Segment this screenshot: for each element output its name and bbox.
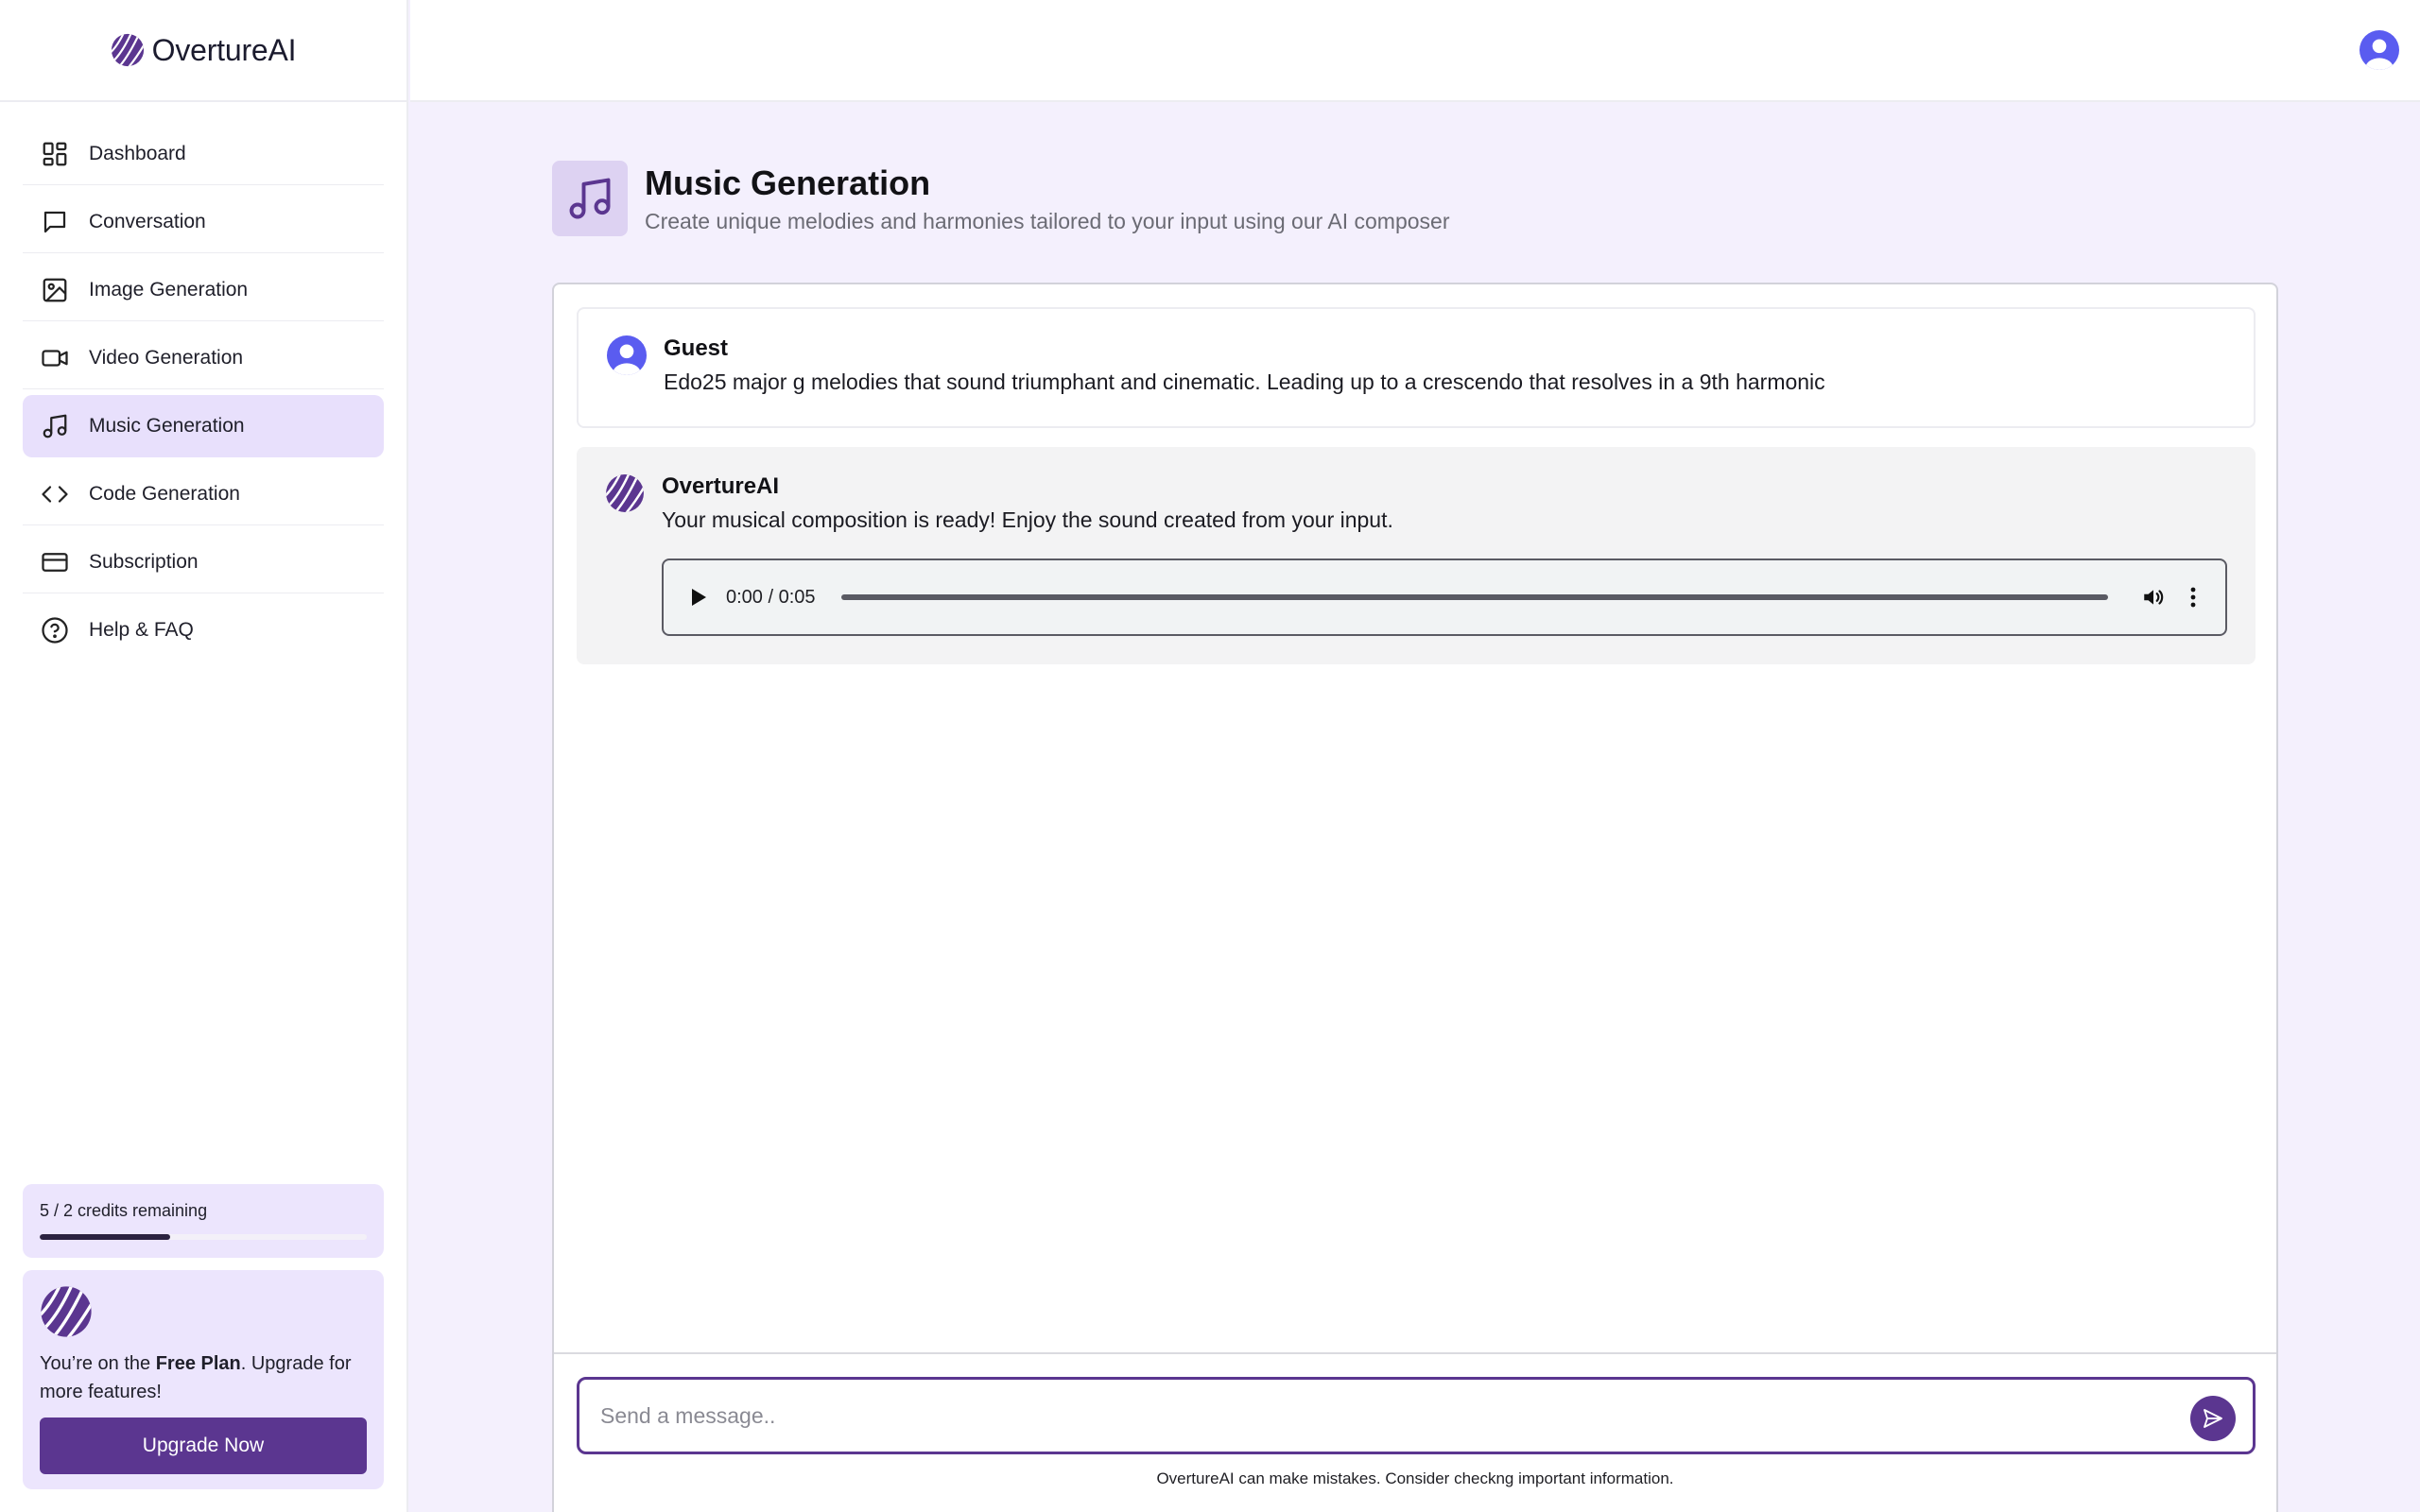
chat-bubble-icon bbox=[40, 207, 70, 237]
page-title: Music Generation bbox=[645, 163, 931, 202]
send-icon bbox=[2204, 1409, 2222, 1428]
sidebar-item-music-generation[interactable]: Music Generation bbox=[23, 395, 384, 457]
message-input[interactable] bbox=[600, 1380, 2151, 1452]
disclaimer-text: OvertureAI can make mistakes. Consider c… bbox=[1156, 1469, 1674, 1487]
page-header: Music Generation Create unique melodies … bbox=[552, 161, 1450, 236]
composer-divider bbox=[554, 1352, 2276, 1354]
sidebar-nav: Dashboard Conversation Image Generation bbox=[0, 102, 406, 662]
sidebar-item-image-generation[interactable]: Image Generation bbox=[23, 259, 384, 321]
credits-card: 5 / 2 credits remaining bbox=[23, 1184, 384, 1258]
image-icon bbox=[40, 275, 70, 305]
send-button[interactable] bbox=[2190, 1396, 2236, 1441]
more-options-icon[interactable] bbox=[2182, 582, 2204, 612]
plan-name: Free Plan bbox=[155, 1353, 241, 1374]
audio-time: 0:00 / 0:05 bbox=[726, 586, 816, 608]
sidebar: OvertureAI Dashboard Conversation Image … bbox=[0, 0, 408, 1512]
message-composer bbox=[577, 1377, 2256, 1454]
plan-description: You’re on the Free Plan. Upgrade for mor… bbox=[40, 1349, 367, 1406]
overture-logo-icon bbox=[111, 33, 144, 67]
page-subtitle: Create unique melodies and harmonies tai… bbox=[645, 208, 1450, 233]
sidebar-item-dashboard[interactable]: Dashboard bbox=[23, 123, 384, 185]
sidebar-item-label: Image Generation bbox=[89, 278, 249, 301]
sidebar-item-label: Subscription bbox=[89, 550, 199, 573]
music-note-icon bbox=[552, 161, 628, 236]
sidebar-item-label: Code Generation bbox=[89, 482, 240, 505]
message-text: Your musical composition is ready! Enjoy… bbox=[662, 507, 1393, 532]
sidebar-item-help-faq[interactable]: Help & FAQ bbox=[23, 599, 384, 662]
chat-panel: Guest Edo25 major g melodies that sound … bbox=[552, 283, 2278, 1512]
help-circle-icon bbox=[40, 615, 70, 645]
overture-logo-icon bbox=[41, 1286, 92, 1337]
brand[interactable]: OvertureAI bbox=[0, 0, 406, 102]
credits-text: 5 / 2 credits remaining bbox=[40, 1201, 208, 1220]
message-text: Edo25 major g melodies that sound triump… bbox=[664, 369, 1825, 394]
sidebar-item-code-generation[interactable]: Code Generation bbox=[23, 463, 384, 525]
audio-seek-bar[interactable] bbox=[841, 594, 2108, 600]
user-avatar-icon[interactable] bbox=[2360, 30, 2399, 70]
credits-progress-fill bbox=[40, 1234, 171, 1240]
overture-logo-icon bbox=[606, 474, 644, 512]
sidebar-item-conversation[interactable]: Conversation bbox=[23, 191, 384, 253]
code-icon bbox=[40, 479, 70, 509]
audio-player: 0:00 / 0:05 bbox=[662, 558, 2227, 636]
message-author: Guest bbox=[664, 335, 729, 361]
sidebar-item-subscription[interactable]: Subscription bbox=[23, 531, 384, 593]
sidebar-item-label: Dashboard bbox=[89, 142, 186, 164]
play-icon[interactable] bbox=[684, 583, 713, 611]
credits-progress-bar bbox=[40, 1234, 367, 1240]
credit-card-icon bbox=[40, 547, 70, 577]
plan-card: You’re on the Free Plan. Upgrade for mor… bbox=[23, 1270, 384, 1489]
sidebar-item-label: Video Generation bbox=[89, 346, 244, 369]
user-avatar-icon bbox=[607, 335, 647, 375]
user-message: Guest Edo25 major g melodies that sound … bbox=[577, 307, 2256, 428]
video-camera-icon bbox=[40, 343, 70, 373]
sidebar-item-video-generation[interactable]: Video Generation bbox=[23, 327, 384, 389]
plan-text-prefix: You’re on the bbox=[40, 1353, 156, 1374]
message-author: OvertureAI bbox=[662, 473, 780, 499]
sidebar-item-label: Music Generation bbox=[89, 414, 245, 437]
upgrade-now-button[interactable]: Upgrade Now bbox=[40, 1418, 367, 1474]
dashboard-icon bbox=[40, 139, 70, 169]
sidebar-item-label: Conversation bbox=[89, 210, 206, 232]
music-note-icon bbox=[40, 411, 70, 441]
volume-icon[interactable] bbox=[2138, 582, 2169, 612]
topbar bbox=[410, 0, 2420, 102]
sidebar-item-label: Help & FAQ bbox=[89, 619, 194, 641]
brand-name: OvertureAI bbox=[151, 32, 297, 67]
assistant-message: OvertureAI Your musical composition is r… bbox=[577, 447, 2256, 664]
